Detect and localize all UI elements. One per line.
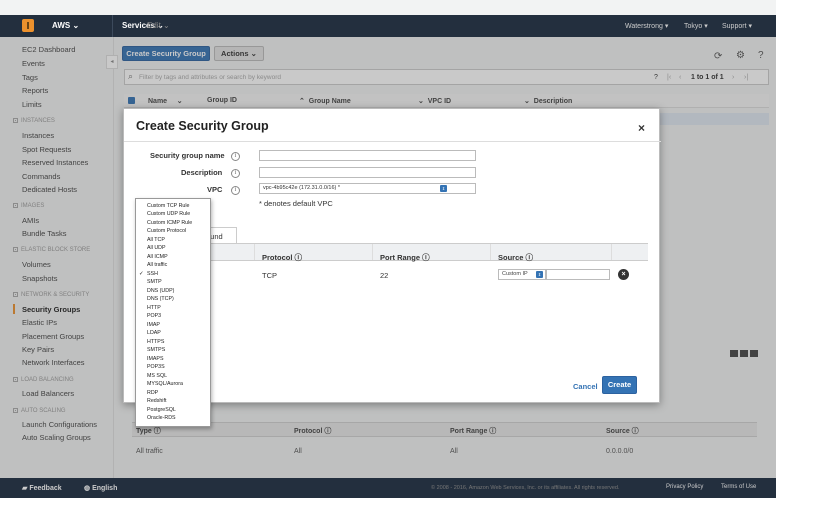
dropdown-option[interactable]: MS SQL: [147, 373, 167, 379]
description-input[interactable]: [259, 167, 476, 178]
vpc-label: VPC: [207, 185, 223, 194]
edit-menu[interactable]: Edit ⌄: [147, 21, 170, 30]
rules-column-port-range: Port Range ⓘ: [380, 253, 430, 262]
column-divider: [254, 244, 255, 260]
app-window: AWS ⌄ Services ⌄ Edit ⌄ Waterstrong ▾ To…: [0, 0, 776, 498]
source-select-value: Custom IP: [502, 271, 528, 277]
region-menu[interactable]: Tokyo ▾: [684, 22, 708, 30]
dropdown-option[interactable]: POP3S: [147, 364, 165, 370]
feedback-link[interactable]: ▰ Feedback: [22, 484, 62, 492]
vpc-select[interactable]: vpc-4b95c42e (172.31.0.0/16) * ⇕: [259, 183, 476, 194]
column-divider: [490, 244, 491, 260]
column-divider: [611, 244, 612, 260]
copyright-text: © 2008 - 2016, Amazon Web Services, Inc.…: [431, 485, 620, 491]
info-icon[interactable]: i: [231, 169, 240, 178]
vpc-select-value: vpc-4b95c42e (172.31.0.0/16) *: [263, 185, 341, 191]
dropdown-option[interactable]: RDP: [147, 390, 158, 396]
security-group-name-input[interactable]: [259, 150, 476, 161]
remove-rule-icon[interactable]: ×: [618, 269, 629, 280]
cancel-button[interactable]: Cancel: [573, 382, 598, 391]
dropdown-option[interactable]: SMTP: [147, 279, 162, 285]
info-icon[interactable]: i: [231, 152, 240, 161]
support-menu[interactable]: Support ▾: [722, 22, 752, 30]
account-menu[interactable]: Waterstrong ▾: [625, 22, 668, 30]
dropdown-option[interactable]: Custom Protocol: [147, 228, 186, 234]
description-label: Description: [181, 168, 223, 177]
checkmark-icon: ✓: [139, 271, 144, 277]
aws-menu[interactable]: AWS ⌄: [52, 21, 79, 30]
close-icon[interactable]: ×: [638, 121, 645, 135]
dropdown-option[interactable]: Custom ICMP Rule: [147, 220, 192, 226]
dropdown-option[interactable]: DNS (UDP): [147, 288, 174, 294]
dropdown-option[interactable]: SMTPS: [147, 347, 165, 353]
rule-type-dropdown-list[interactable]: Custom TCP Rule Custom UDP Rule Custom I…: [135, 198, 211, 427]
dropdown-option[interactable]: All traffic: [147, 262, 167, 268]
language-selector[interactable]: ◍ English: [84, 484, 117, 492]
source-select[interactable]: Custom IP ⇕: [498, 269, 546, 280]
select-arrow-icon: ⇕: [440, 185, 447, 192]
security-group-name-label: Security group name: [150, 151, 225, 160]
footer-bar: ▰ Feedback ◍ English © 2008 - 2016, Amaz…: [0, 478, 776, 498]
dropdown-option[interactable]: DNS (TCP): [147, 296, 174, 302]
dropdown-option[interactable]: All UDP: [147, 245, 166, 251]
dropdown-option[interactable]: MYSQL/Aurora: [147, 381, 183, 387]
select-arrow-icon: ⇕: [536, 271, 543, 278]
source-cidr-input[interactable]: [546, 269, 610, 280]
top-navigation-bar: AWS ⌄ Services ⌄ Edit ⌄ Waterstrong ▾ To…: [0, 15, 776, 37]
dropdown-option[interactable]: PostgreSQL: [147, 407, 176, 413]
dropdown-option[interactable]: POP3: [147, 313, 161, 319]
dropdown-option[interactable]: HTTPS: [147, 339, 164, 345]
dropdown-option[interactable]: Redshift: [147, 398, 166, 404]
dropdown-option[interactable]: IMAP: [147, 322, 160, 328]
dropdown-option[interactable]: HTTP: [147, 305, 161, 311]
rules-column-protocol: Protocol ⓘ: [262, 253, 303, 262]
dropdown-option[interactable]: Oracle-RDS: [147, 415, 176, 421]
dropdown-option[interactable]: IMAPS: [147, 356, 163, 362]
dialog-divider: [124, 141, 661, 142]
dropdown-option-selected[interactable]: SSH: [147, 271, 158, 277]
create-button[interactable]: Create: [602, 376, 637, 394]
dropdown-option[interactable]: All ICMP: [147, 254, 168, 260]
dropdown-option[interactable]: Custom TCP Rule: [147, 203, 190, 209]
terms-of-use-link[interactable]: Terms of Use: [721, 484, 756, 490]
privacy-policy-link[interactable]: Privacy Policy: [666, 484, 703, 490]
dropdown-option[interactable]: Custom UDP Rule: [147, 211, 190, 217]
info-icon[interactable]: i: [231, 186, 240, 195]
rules-column-source: Source ⓘ: [498, 253, 534, 262]
aws-cube-icon[interactable]: [22, 19, 34, 32]
dialog-title: Create Security Group: [136, 119, 269, 133]
dropdown-option[interactable]: All TCP: [147, 237, 165, 243]
column-divider: [372, 244, 373, 260]
dropdown-option[interactable]: LDAP: [147, 330, 161, 336]
vpc-note: * denotes default VPC: [259, 199, 333, 208]
rule-protocol: TCP: [262, 271, 277, 280]
nav-divider: [112, 15, 113, 37]
rule-port-range: 22: [380, 271, 389, 280]
